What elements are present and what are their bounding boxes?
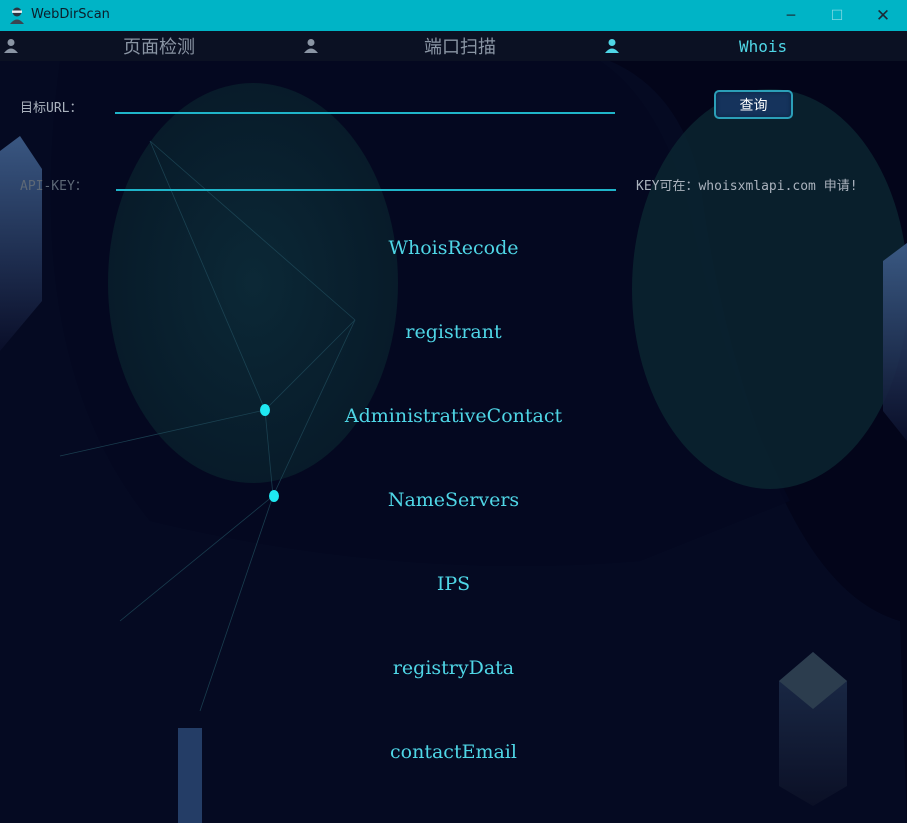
close-button[interactable]: ✕ (860, 0, 906, 31)
result-registrant: registrant (405, 321, 502, 343)
tab-label: Whois (739, 36, 788, 56)
api-key-input[interactable] (116, 171, 616, 191)
app-window: WebDirScan ─ ☐ ✕ 页面检测 端口扫描 Whois 目标URL： … (0, 0, 907, 823)
api-key-label: API-KEY： (20, 179, 88, 194)
tab-label: 端口扫描 (424, 37, 496, 58)
minimize-button[interactable]: ─ (768, 0, 814, 31)
title-bar[interactable]: WebDirScan ─ ☐ ✕ (0, 0, 907, 31)
window-title: WebDirScan (31, 7, 110, 22)
user-icon (4, 39, 18, 53)
result-administrative-contact: AdministrativeContact (344, 405, 563, 427)
user-icon (304, 39, 318, 53)
tab-whois[interactable]: Whois (600, 31, 907, 61)
result-registry-data: registryData (392, 657, 515, 679)
maximize-button[interactable]: ☐ (814, 0, 860, 31)
result-whois-record: WhoisRecode (388, 237, 519, 259)
tab-page-detect[interactable]: 页面检测 (0, 31, 300, 61)
tab-label: 页面检测 (123, 37, 195, 58)
result-ips: IPS (436, 573, 471, 595)
query-button[interactable]: 查询 (714, 90, 793, 119)
result-contact-email: contactEmail (390, 741, 517, 763)
url-input[interactable] (115, 94, 615, 114)
user-icon (605, 39, 619, 53)
api-key-hint: KEY可在：whoisxmlapi.com 申请! (636, 179, 858, 194)
tab-port-scan[interactable]: 端口扫描 (300, 31, 600, 61)
result-name-servers: NameServers (387, 489, 520, 511)
hacker-avatar-icon (10, 7, 24, 24)
url-label: 目标URL： (20, 101, 83, 116)
